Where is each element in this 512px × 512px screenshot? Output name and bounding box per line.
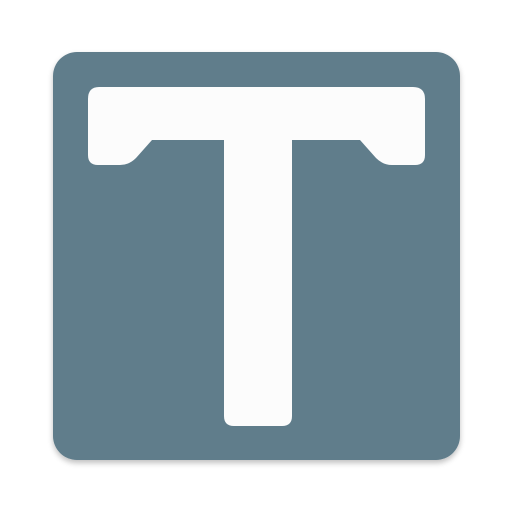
letter-t-app-icon[interactable] (0, 0, 512, 512)
app-icon-canvas (0, 0, 512, 512)
